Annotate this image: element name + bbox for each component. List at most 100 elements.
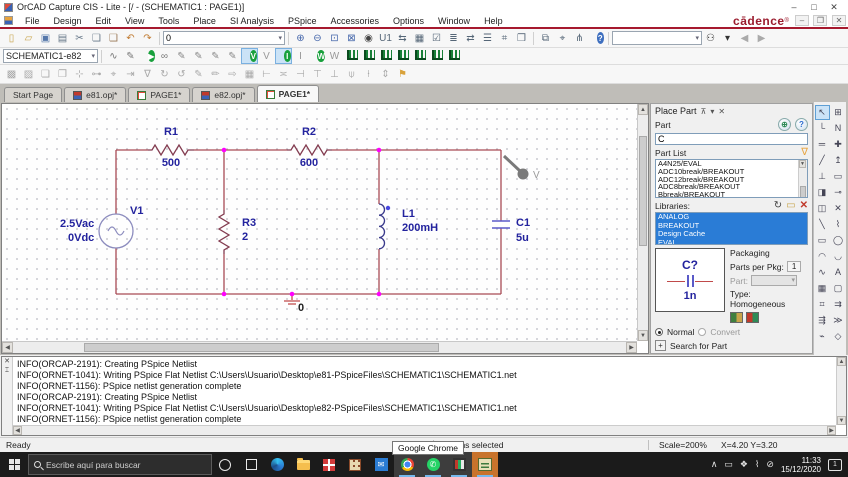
voltage-level-marker-icon[interactable]: V — [241, 48, 258, 64]
refresh-library-icon[interactable]: ↻ — [774, 200, 782, 211]
mail-icon[interactable]: ✉ — [368, 452, 394, 477]
edit-part-icon[interactable]: ▩ — [3, 66, 20, 82]
tool-place-ground[interactable]: ⊥ — [815, 169, 830, 184]
tool-select[interactable]: ↖ — [815, 105, 830, 120]
search-input[interactable] — [615, 33, 692, 43]
remove-library-icon[interactable]: ✕ — [800, 200, 808, 211]
horizontal-scroll-thumb[interactable] — [84, 343, 439, 352]
minimize-button[interactable]: – — [784, 2, 804, 13]
mdi-minimize-button[interactable]: – — [795, 15, 809, 26]
property-table-icon[interactable]: ▦ — [241, 66, 258, 82]
part-list[interactable]: A4N25/EVALADC10break/BREAKOUTADC12break/… — [655, 159, 808, 198]
zoom-area-icon[interactable]: ⊡ — [326, 30, 343, 46]
part-list-scrollbar[interactable]: ▲ ▼ — [798, 160, 807, 197]
log-horizontal-scrollbar[interactable]: ◀ ▶ — [13, 425, 836, 435]
tag-icon[interactable]: ⚑ — [394, 66, 411, 82]
create-netlist-icon[interactable]: ≣ — [445, 30, 462, 46]
component-r3[interactable]: R3 2 — [219, 210, 256, 254]
svg-text:200mH[interactable]: 200mH — [402, 222, 438, 234]
project-window-icon[interactable]: ❒ — [513, 30, 530, 46]
scroll-up-icon[interactable]: ▲ — [638, 104, 648, 115]
tool-place-bezier[interactable]: ∿ — [815, 265, 830, 280]
tool-place-junction[interactable]: ✚ — [831, 137, 846, 152]
tool-autowire-bus[interactable]: ≫ — [831, 313, 846, 328]
distribute-horizontal-icon[interactable]: ⍦ — [343, 66, 360, 82]
link-database-icon[interactable]: ⇨ — [224, 66, 241, 82]
svg-text:0[interactable]: 0 — [298, 302, 304, 314]
cross-reference-icon[interactable]: ⇄ — [462, 30, 479, 46]
tool-place-ieee-symbol[interactable]: ⌁ — [815, 329, 830, 344]
fit-height-icon[interactable]: ⇕ — [377, 66, 394, 82]
component-l1[interactable]: L1 200mH — [379, 204, 438, 249]
bias-current-display-icon[interactable] — [377, 48, 394, 64]
chrome-icon[interactable] — [394, 452, 420, 477]
menu-pspice[interactable]: PSpice — [281, 16, 324, 26]
redo-icon[interactable]: ↷ — [139, 30, 156, 46]
ground-symbol[interactable]: 0 — [284, 294, 304, 314]
scroll-down-icon[interactable]: ▼ — [799, 160, 806, 168]
canvas-horizontal-scrollbar[interactable]: ◀ ▶ — [2, 341, 637, 353]
task-view-button[interactable] — [238, 452, 264, 477]
menu-help[interactable]: Help — [477, 16, 510, 26]
zoom-selection-icon[interactable]: ⌖ — [105, 66, 122, 82]
edit-object-properties-icon[interactable]: ✏ — [207, 66, 224, 82]
zoom-level-input[interactable] — [166, 33, 275, 43]
cut-icon[interactable]: ✂ — [71, 30, 88, 46]
panel-close-icon[interactable]: ✕ — [718, 107, 725, 116]
mdi-close-button[interactable]: ✕ — [832, 15, 846, 26]
menu-tools[interactable]: Tools — [151, 16, 186, 26]
scroll-down-icon[interactable]: ▼ — [638, 330, 648, 341]
menu-accessories[interactable]: Accessories — [324, 16, 387, 26]
voltage-differential-marker-icon[interactable]: V — [258, 48, 275, 64]
footprint-view-icon[interactable] — [746, 312, 759, 323]
scroll-right-icon[interactable]: ▶ — [626, 342, 637, 353]
display-icon[interactable]: ▭ — [724, 459, 733, 470]
svg-text:R3[interactable]: R3 — [242, 217, 256, 229]
paste-icon[interactable]: ❑ — [105, 30, 122, 46]
tool-place-bus-entry[interactable]: ╱ — [815, 153, 830, 168]
dropbox-icon[interactable]: ❖ — [740, 459, 748, 470]
pspice-icon[interactable] — [472, 452, 498, 477]
back-icon[interactable]: ◀ — [736, 30, 753, 46]
component-c1[interactable]: C1 5u — [492, 217, 530, 244]
distribute-vertical-icon[interactable]: ⍿ — [360, 66, 377, 82]
run-pspice-icon[interactable]: ▶ — [139, 48, 156, 64]
detach-wire-icon[interactable]: ⊶ — [88, 66, 105, 82]
zoom-all-icon[interactable]: ⊠ — [343, 30, 360, 46]
simulation-profile-combo[interactable]: SCHEMATIC1-e82 ▾ — [3, 49, 98, 63]
current-marker-icon[interactable]: I — [275, 48, 292, 64]
annotate-icon[interactable]: U1 — [377, 30, 394, 46]
bias-power-select-icon[interactable] — [428, 48, 445, 64]
component-r2[interactable]: R2 600 — [287, 126, 332, 169]
align-center-icon[interactable]: ≍ — [275, 66, 292, 82]
save-icon[interactable]: ▣ — [37, 30, 54, 46]
update-properties-icon[interactable]: ▦ — [411, 30, 428, 46]
tool-place-net-alias[interactable]: Ν — [831, 121, 846, 136]
edit-properties-icon[interactable]: ✎ — [190, 66, 207, 82]
tool-place-bus[interactable]: ═ — [815, 137, 830, 152]
power-marker-icon[interactable]: W — [309, 48, 326, 64]
panel-pin-icon[interactable]: ⊼ — [701, 107, 707, 116]
part-help-icon[interactable]: ? — [795, 118, 808, 131]
align-right-icon[interactable]: ⊣ — [292, 66, 309, 82]
align-left-icon[interactable]: ⊢ — [258, 66, 275, 82]
filter-icon[interactable]: ∇ — [801, 147, 808, 158]
taskbar-search-input[interactable] — [46, 460, 206, 470]
tool-place-elliptical-arc[interactable]: ◡ — [831, 249, 846, 264]
schematic-canvas[interactable]: R1 500 R2 600 R3 2 — [2, 104, 637, 341]
menu-window[interactable]: Window — [431, 16, 477, 26]
tool-place-hierarchical-port[interactable]: ◨ — [815, 185, 830, 200]
tool-place-off-page-connector[interactable]: ◫ — [815, 201, 830, 216]
align-bottom-icon[interactable]: ⊥ — [326, 66, 343, 82]
libraries-list[interactable]: ANALOGBREAKOUTDesign CacheEVALSOURCESPEC… — [655, 212, 808, 245]
select-schematic-icon[interactable]: ❐ — [54, 66, 71, 82]
svg-text:R2[interactable]: R2 — [302, 126, 316, 138]
tool-place-titleblock[interactable]: ⌗ — [815, 297, 830, 312]
svg-text:R1[interactable]: R1 — [164, 126, 178, 138]
menu-design[interactable]: Design — [47, 16, 89, 26]
tool-place-ole-object[interactable]: ▢ — [831, 281, 846, 296]
select-page-icon[interactable]: ❏ — [37, 66, 54, 82]
svg-text:L1[interactable]: L1 — [402, 208, 415, 220]
mute-icon[interactable]: ⊘ — [766, 459, 774, 470]
tool-place-polyline[interactable]: ⌇ — [831, 217, 846, 232]
